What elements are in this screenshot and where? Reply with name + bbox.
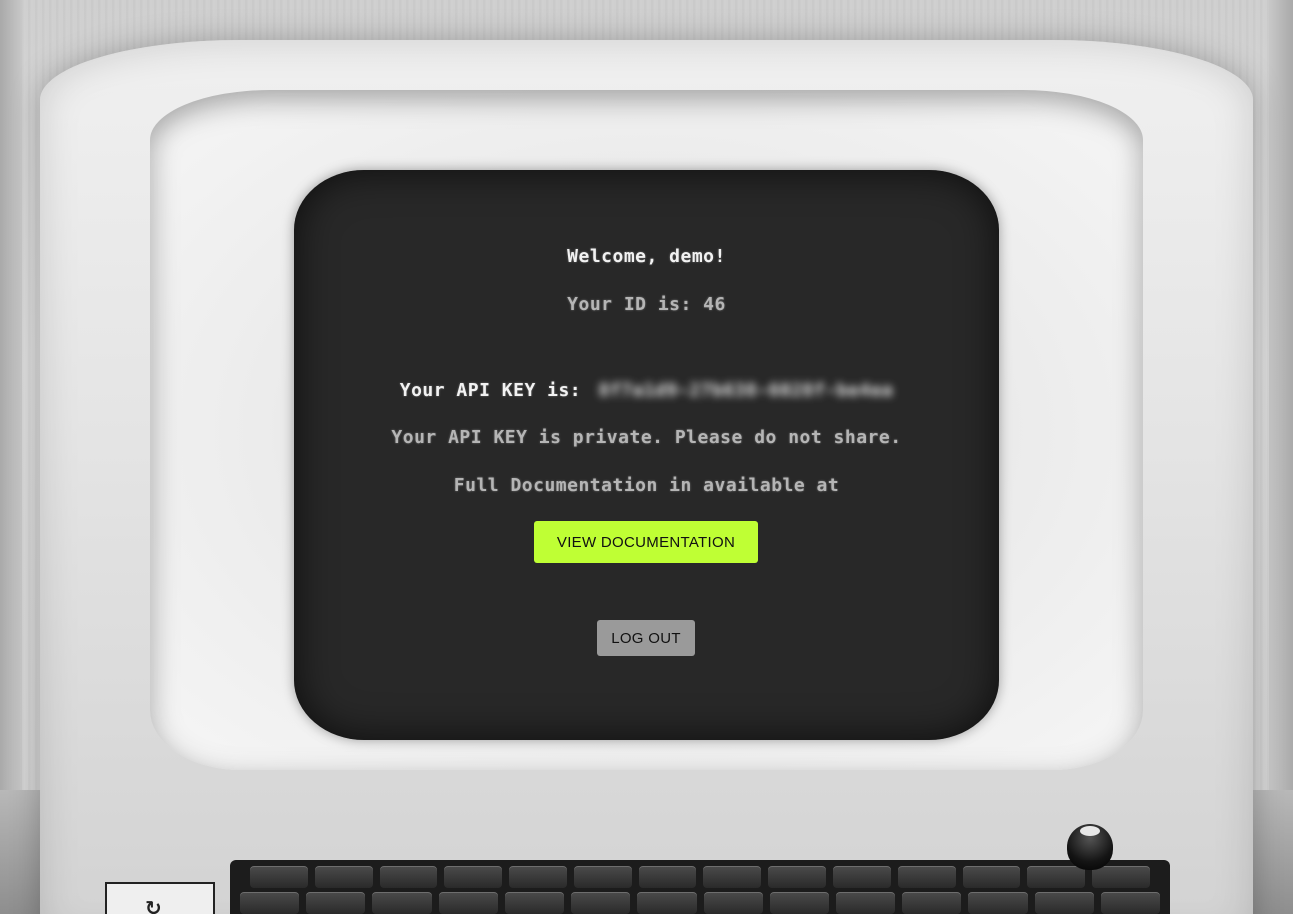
key (638, 866, 697, 888)
key (637, 892, 697, 914)
keyboard-row-second (240, 892, 1161, 914)
key (768, 866, 827, 888)
key (968, 892, 1028, 914)
logout-button[interactable]: LOG OUT (597, 620, 695, 656)
key (444, 866, 503, 888)
key (833, 866, 891, 888)
background-edge-left (0, 0, 22, 914)
key (250, 866, 308, 888)
key (571, 892, 631, 914)
keyboard-row-top (250, 866, 1150, 888)
key (962, 866, 1021, 888)
key (372, 892, 432, 914)
key (902, 892, 962, 914)
key (769, 892, 829, 914)
key (314, 866, 373, 888)
key (1027, 866, 1086, 888)
terminal-logo-icon: ↻ (145, 896, 162, 914)
api-key-label: Your API KEY is: (399, 380, 582, 401)
key (509, 866, 567, 888)
api-key-line: Your API KEY is: 8f7a1d9-27b638-6028f-be… (0, 380, 1293, 401)
background-edge-right (1269, 0, 1293, 914)
key (438, 892, 498, 914)
api-key-private-note: Your API KEY is private. Please do not s… (391, 427, 902, 448)
key (835, 892, 896, 914)
key (504, 892, 565, 914)
key (306, 892, 366, 914)
api-key-value: 8f7a1d9-27b638-6028f-be4ea (598, 380, 894, 401)
knob-cap (1080, 826, 1100, 836)
key (703, 866, 762, 888)
key (1034, 892, 1094, 914)
key (1100, 892, 1161, 914)
key (573, 866, 632, 888)
key (897, 866, 956, 888)
welcome-heading: Welcome, demo! (567, 246, 726, 267)
key (240, 892, 300, 914)
user-id-text: Your ID is: 46 (567, 294, 726, 315)
view-documentation-button[interactable]: VIEW DOCUMENTATION (534, 521, 758, 563)
key (703, 892, 763, 914)
documentation-note: Full Documentation in available at (453, 475, 840, 496)
key (379, 866, 438, 888)
terminal-logo-badge: ↻ (105, 882, 215, 914)
key (1092, 866, 1150, 888)
